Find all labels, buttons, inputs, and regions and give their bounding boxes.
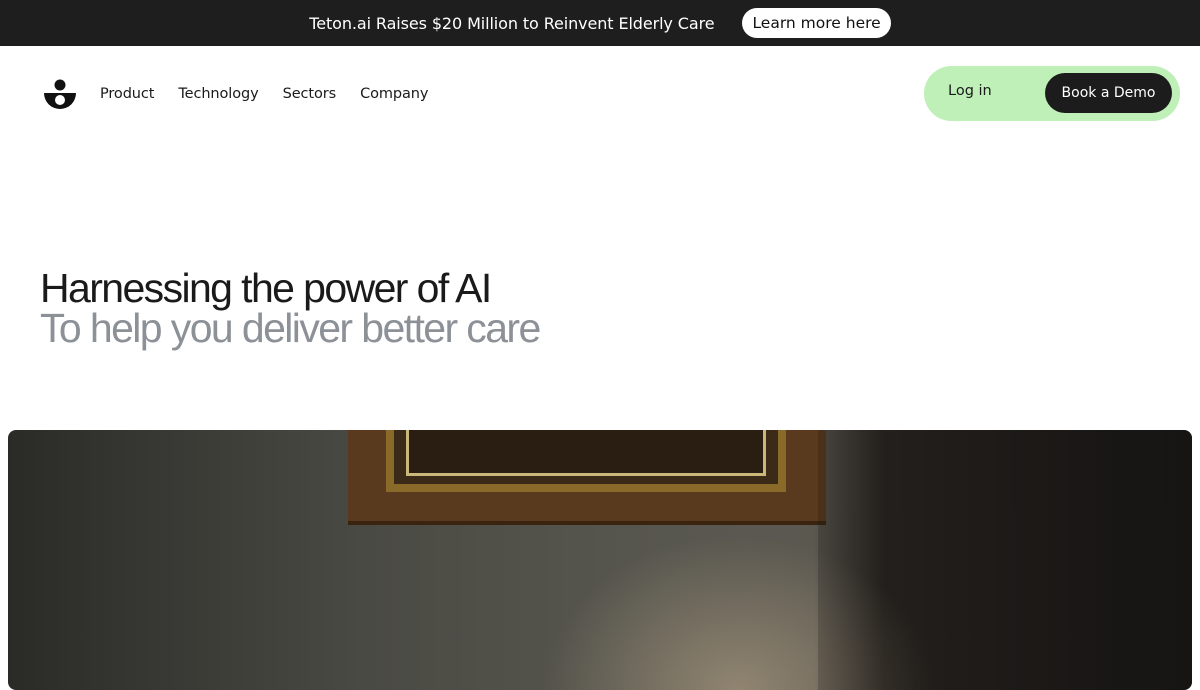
nav-item-technology[interactable]: Technology: [178, 86, 258, 102]
login-link[interactable]: Log in: [948, 83, 992, 99]
auth-pill: Log in Book a Demo: [924, 66, 1180, 121]
hero-subtitle: To help you deliver better care: [40, 305, 541, 351]
nav-item-company[interactable]: Company: [360, 86, 428, 102]
nav-links: Product Technology Sectors Company: [100, 86, 428, 102]
picture-frame-image: [348, 430, 826, 525]
hero-title: Harnessing the power of AI: [40, 265, 492, 311]
teton-logo-icon[interactable]: [44, 79, 76, 111]
announcement-bar: Teton.ai Raises $20 Million to Reinvent …: [0, 0, 1200, 46]
main-nav: Product Technology Sectors Company Log i…: [0, 46, 1200, 146]
learn-more-button[interactable]: Learn more here: [742, 8, 891, 38]
nav-item-product[interactable]: Product: [100, 86, 154, 102]
hero-image: [8, 430, 1192, 690]
book-demo-button[interactable]: Book a Demo: [1045, 73, 1172, 113]
image-shadow: [818, 430, 1192, 690]
nav-item-sectors[interactable]: Sectors: [283, 86, 337, 102]
announcement-text: Teton.ai Raises $20 Million to Reinvent …: [309, 13, 715, 33]
